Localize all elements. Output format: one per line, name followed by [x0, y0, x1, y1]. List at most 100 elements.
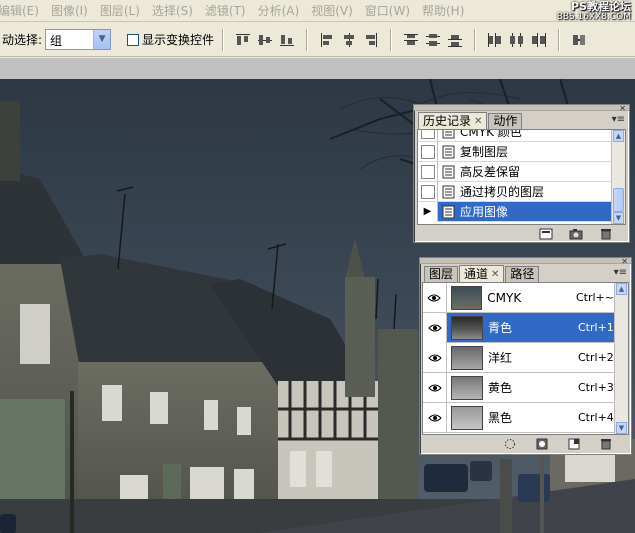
align-right-icon[interactable]: [360, 30, 382, 50]
toolbar-separator: [222, 28, 225, 51]
trash-icon[interactable]: [599, 438, 613, 450]
options-bar: 动选择: 组 ▼ 显示变换控件: [0, 23, 635, 57]
channel-shortcut: Ctrl+4: [578, 411, 614, 424]
snapshot-box: [420, 130, 435, 139]
toolbar-separator: [474, 28, 477, 51]
history-state-icon: [438, 205, 460, 219]
tab-history[interactable]: 历史记录 ✕: [418, 112, 488, 129]
channel-row[interactable]: 黑色 Ctrl+4: [423, 402, 614, 433]
align-vertical-center-icon[interactable]: [254, 30, 276, 50]
menu-window[interactable]: 窗口(W): [359, 2, 416, 19]
eye-icon[interactable]: [423, 312, 447, 343]
menu-filter[interactable]: 滤镜(T): [199, 2, 252, 19]
channels-list: CMYK Ctrl+~ 青色 Ctrl+1 洋红 Ctrl+2 黄色 Ctrl+…: [422, 282, 629, 435]
chevron-down-icon[interactable]: ▼: [93, 30, 111, 49]
channels-footer: [420, 435, 631, 453]
channel-name: 洋红: [488, 351, 513, 365]
history-state-icon: [438, 185, 460, 199]
tab-paths[interactable]: 路径: [505, 266, 540, 282]
channel-row[interactable]: 黄色 Ctrl+3: [423, 372, 614, 403]
history-item[interactable]: 通过拷贝的图层: [418, 181, 611, 202]
toolbar-separator: [558, 28, 561, 51]
history-snapshot-toggle[interactable]: [418, 161, 438, 182]
tab-paths-label: 路径: [510, 267, 535, 281]
distribute-horizontal-center-icon[interactable]: [506, 30, 528, 50]
distribute-right-icon[interactable]: [528, 30, 550, 50]
save-selection-as-channel-icon[interactable]: [535, 438, 549, 450]
auto-select-label: 动选择:: [2, 33, 43, 47]
history-item[interactable]: CMYK 颜色: [418, 129, 611, 142]
load-channel-as-selection-icon[interactable]: [503, 438, 517, 450]
history-item-label: CMYK 颜色: [460, 129, 522, 139]
distribute-bottom-icon[interactable]: [444, 30, 466, 50]
camera-icon[interactable]: [569, 228, 583, 240]
align-left-icon[interactable]: [316, 30, 338, 50]
history-tabs: 历史记录 ✕ 动作 ▾≡: [414, 111, 629, 129]
scroll-up-icon[interactable]: ▲: [616, 283, 627, 295]
tab-channels[interactable]: 通道 ✕: [459, 265, 505, 282]
trash-icon[interactable]: [599, 228, 613, 240]
auto-align-icon[interactable]: [568, 30, 590, 50]
scroll-up-icon[interactable]: ▲: [613, 130, 624, 142]
align-top-icon[interactable]: [232, 30, 254, 50]
tab-layers-label: 图层: [429, 267, 454, 281]
history-snapshot-toggle[interactable]: [418, 141, 438, 162]
channel-name: 黄色: [488, 381, 513, 395]
close-icon[interactable]: ✕: [474, 114, 482, 129]
snapshot-box: [420, 164, 435, 179]
menu-edit[interactable]: 编辑(E): [0, 2, 45, 19]
scroll-down-icon[interactable]: ▼: [616, 422, 627, 434]
menu-bar: 编辑(E) 图像(I) 图层(L) 选择(S) 滤镜(T) 分析(A) 视图(V…: [0, 0, 635, 22]
history-item-selected[interactable]: ▶ 应用图像: [418, 201, 611, 222]
panel-menu-icon[interactable]: ▾≡: [614, 267, 627, 278]
eye-icon[interactable]: [423, 372, 447, 403]
panel-menu-icon[interactable]: ▾≡: [612, 114, 625, 125]
history-snapshot-toggle[interactable]: [418, 130, 438, 142]
history-snapshot-toggle[interactable]: ▶: [418, 201, 438, 222]
menu-image[interactable]: 图像(I): [45, 2, 94, 19]
menu-view[interactable]: 视图(V): [305, 2, 359, 19]
tab-actions[interactable]: 动作: [488, 113, 523, 129]
show-transform-checkbox[interactable]: [127, 33, 140, 46]
eye-icon[interactable]: [423, 283, 447, 313]
history-item-label: 复制图层: [460, 145, 509, 159]
align-horizontal-center-icon[interactable]: [338, 30, 360, 50]
history-state-icon: [438, 165, 460, 179]
menu-select[interactable]: 选择(S): [146, 2, 199, 19]
distribute-vertical-center-icon[interactable]: [422, 30, 444, 50]
channel-row-selected[interactable]: 青色 Ctrl+1: [423, 312, 614, 343]
history-item-label: 高反差保留: [460, 165, 521, 179]
history-state-icon: [438, 145, 460, 159]
auto-select-value: 组: [50, 34, 63, 48]
channel-name: 青色: [488, 321, 513, 335]
history-scrollbar[interactable]: ▲ ▼: [611, 130, 625, 224]
scrollbar-thumb[interactable]: [613, 188, 624, 212]
history-panel: ✕ 历史记录 ✕ 动作 ▾≡ CMYK 颜色 复制图层 高反差保留 通过拷贝的图…: [413, 104, 630, 243]
menu-analysis[interactable]: 分析(A): [252, 2, 306, 19]
history-item[interactable]: 复制图层: [418, 141, 611, 162]
distribute-top-icon[interactable]: [400, 30, 422, 50]
new-document-from-state-icon[interactable]: [539, 228, 553, 240]
auto-select-dropdown[interactable]: 组 ▼: [45, 29, 112, 50]
menu-help[interactable]: 帮助(H): [416, 2, 470, 19]
channel-name: 黑色: [488, 411, 513, 425]
channel-row[interactable]: 洋红 Ctrl+2: [423, 342, 614, 373]
eye-icon[interactable]: [423, 402, 447, 433]
scroll-down-icon[interactable]: ▼: [613, 212, 624, 224]
history-snapshot-toggle[interactable]: [418, 181, 438, 202]
eye-icon[interactable]: [423, 342, 447, 373]
new-channel-icon[interactable]: [567, 438, 581, 450]
show-transform-toggle[interactable]: 显示变换控件: [127, 31, 214, 48]
history-brush-source-icon: ▶: [423, 206, 432, 217]
watermark-title: PS教程论坛: [571, 0, 631, 13]
align-bottom-icon[interactable]: [276, 30, 298, 50]
channel-row[interactable]: CMYK Ctrl+~: [423, 283, 614, 313]
tab-layers[interactable]: 图层: [424, 266, 459, 282]
distribute-left-icon[interactable]: [484, 30, 506, 50]
close-icon[interactable]: ✕: [491, 267, 499, 282]
channel-thumbnail: [451, 405, 483, 430]
channels-scrollbar[interactable]: ▲ ▼: [614, 283, 628, 434]
toolbar-separator: [306, 28, 309, 51]
menu-layer[interactable]: 图层(L): [94, 2, 146, 19]
history-item[interactable]: 高反差保留: [418, 161, 611, 182]
